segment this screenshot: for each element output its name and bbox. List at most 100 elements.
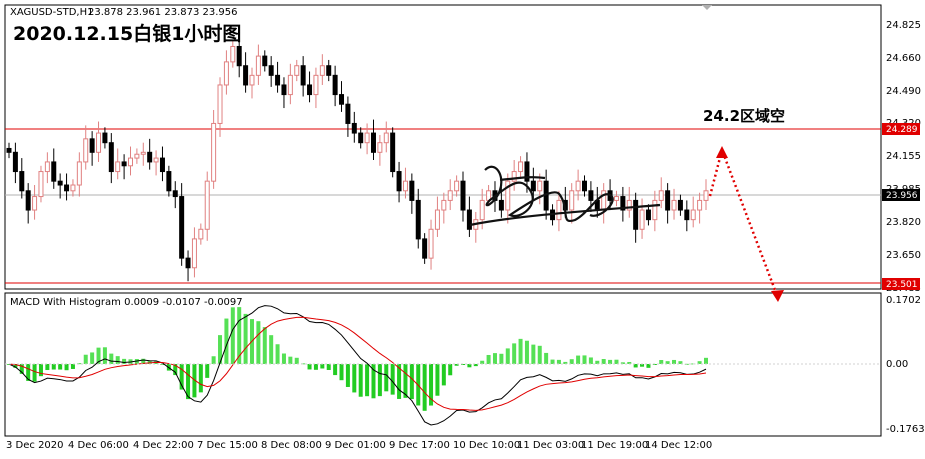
- time-label: 7 Dec 15:00: [197, 440, 258, 451]
- histogram-bar: [390, 364, 395, 395]
- candle-body: [639, 209, 645, 230]
- time-label: 10 Dec 10:00: [453, 440, 520, 451]
- histogram-bar: [448, 364, 453, 376]
- histogram-bar: [486, 354, 491, 364]
- support-tag: 23.501: [886, 280, 918, 290]
- candle-body: [25, 190, 31, 211]
- current-price-tag: 23.956: [886, 191, 918, 201]
- candle-body: [243, 65, 249, 86]
- candle-body: [377, 142, 383, 153]
- macd-axis: 0.1702 0.00 -0.1763: [886, 295, 925, 435]
- candle-body: [370, 132, 376, 153]
- candle-body: [300, 65, 306, 86]
- resistance-tag: 24.289: [886, 125, 918, 135]
- histogram-bar: [569, 359, 574, 364]
- candle-body: [223, 61, 229, 86]
- candle-body: [575, 180, 581, 192]
- candle-body: [332, 74, 338, 96]
- candle-body: [658, 190, 664, 201]
- candle-body: [102, 132, 108, 144]
- histogram-bar: [109, 353, 114, 364]
- histogram-bar: [45, 364, 50, 371]
- histogram-bar: [38, 364, 43, 377]
- candle-body: [12, 151, 18, 173]
- histogram-bar: [313, 364, 318, 370]
- histogram-bar: [288, 356, 293, 364]
- candle-body: [211, 122, 217, 182]
- price-tick: 24.155: [886, 151, 921, 162]
- histogram-bar: [122, 358, 127, 364]
- histogram-bar: [345, 364, 350, 387]
- time-label: 3 Dec 2020: [6, 440, 64, 451]
- candle-body: [89, 138, 95, 153]
- candle-body: [613, 196, 619, 201]
- histogram-bar: [205, 364, 210, 378]
- price-axis: 24.825 24.660 24.490 24.320 24.155 23.98…: [886, 20, 921, 294]
- candle-body: [127, 157, 133, 167]
- candle-body: [38, 171, 44, 198]
- candle-body: [172, 190, 178, 198]
- candle-body: [447, 190, 453, 201]
- candle-body: [191, 238, 197, 269]
- candle-body: [671, 199, 677, 211]
- candle-body: [83, 138, 89, 163]
- histogram-bar: [243, 313, 248, 364]
- candle-body: [415, 199, 421, 240]
- candle-body: [115, 161, 121, 173]
- candle-body: [32, 196, 38, 211]
- candle-body: [364, 132, 370, 144]
- histogram-bar: [659, 360, 664, 364]
- macd-title: MACD With Histogram 0.0009 -0.0107 -0.00…: [10, 297, 243, 308]
- candle-body: [460, 180, 466, 211]
- candle-body: [281, 84, 287, 96]
- candle-body: [582, 180, 588, 192]
- histogram-bar: [281, 353, 286, 364]
- histogram-bar: [377, 364, 382, 397]
- time-axis: 3 Dec 2020 4 Dec 06:00 4 Dec 22:00 7 Dec…: [6, 440, 712, 451]
- candle-body: [351, 122, 357, 134]
- time-label: 4 Dec 22:00: [133, 440, 194, 451]
- histogram-bar: [294, 357, 299, 364]
- macd-tick: -0.1763: [886, 424, 925, 435]
- histogram-bar: [269, 335, 274, 364]
- candle-body: [121, 161, 127, 167]
- candle-body: [159, 157, 165, 173]
- candle-body: [422, 238, 428, 259]
- histogram-bar: [505, 348, 510, 364]
- price-tick: 24.825: [886, 20, 921, 31]
- time-label: 8 Dec 08:00: [261, 440, 322, 451]
- candle-body: [236, 45, 242, 67]
- time-label: 9 Dec 17:00: [389, 440, 450, 451]
- histogram-bar: [537, 345, 542, 364]
- time-label: 11 Dec 19:00: [581, 440, 648, 451]
- candle-body: [70, 184, 76, 192]
- histogram-bar: [358, 364, 363, 397]
- candle-body: [339, 94, 345, 105]
- candle-body: [345, 103, 351, 124]
- candle-body: [51, 161, 57, 182]
- candle-body: [57, 180, 63, 186]
- candle-body: [147, 151, 153, 163]
- candle-body: [307, 84, 313, 96]
- candle-body: [166, 171, 172, 192]
- candle-body: [396, 171, 402, 192]
- candle-body: [428, 228, 434, 259]
- histogram-bar: [556, 359, 561, 364]
- candle-body: [498, 199, 504, 211]
- histogram-bar: [115, 356, 120, 364]
- candle-body: [64, 184, 70, 192]
- candle-body: [6, 147, 12, 153]
- histogram-bar: [307, 364, 312, 370]
- candle-body: [230, 45, 236, 63]
- candle-body: [249, 74, 255, 86]
- histogram-bar: [256, 321, 261, 364]
- histogram-bar: [90, 352, 95, 364]
- histogram-bar: [646, 364, 651, 368]
- candle-body: [44, 161, 50, 173]
- histogram-bar: [320, 364, 325, 369]
- candle-body: [466, 209, 472, 230]
- candle-body: [204, 180, 210, 230]
- candle-body: [434, 209, 440, 230]
- histogram-bar: [198, 364, 203, 393]
- candle-body: [262, 55, 268, 67]
